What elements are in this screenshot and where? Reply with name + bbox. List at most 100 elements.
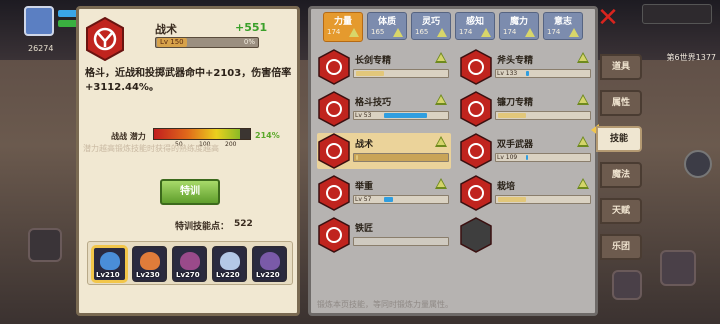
skill-cell[interactable]: 长剑专精 <box>317 49 451 85</box>
stat-tab-name: 感知 <box>465 17 484 27</box>
skill-cell[interactable]: 斧头专精 Lv 133 <box>459 49 593 85</box>
side-tab[interactable]: 天赋 <box>600 198 642 224</box>
skill-cell-bar <box>353 153 449 162</box>
side-tab[interactable]: 属性 <box>600 90 642 116</box>
skill-cell-fill <box>526 155 528 160</box>
skill-name: 战术 <box>155 23 177 36</box>
skill-cell-level: Lv 53 <box>355 112 372 119</box>
skill-cell-level: Lv 109 <box>497 154 518 161</box>
upgrade-arrow-icon <box>577 52 589 63</box>
dpad-left-icon[interactable] <box>28 228 62 262</box>
skill-cell-fill <box>356 155 358 160</box>
upgrade-arrow-icon <box>435 136 447 147</box>
sword-action-icon[interactable] <box>660 250 696 286</box>
upgrade-arrow-icon <box>481 28 491 37</box>
upgrade-arrow-icon <box>569 28 579 37</box>
hero-portrait[interactable]: Lv230 <box>132 246 167 282</box>
skill-cell-fill <box>498 113 526 118</box>
stat-tab-value: 174 <box>503 28 517 36</box>
hero-level: Lv230 <box>136 271 160 279</box>
stat-tab-name: 灵巧 <box>421 17 440 27</box>
skill-description: 格斗，近战和投掷武器命中+2103，伤害倍率+3112.44%。 <box>85 68 292 93</box>
hero-face <box>180 252 200 270</box>
side-tab[interactable]: 道具 <box>600 54 642 80</box>
hero-level: Lv220 <box>256 271 280 279</box>
potential-tick: 200 <box>225 141 237 148</box>
train-button[interactable]: 特训 <box>160 179 220 205</box>
stat-tab[interactable]: 力量 174 <box>323 12 363 42</box>
upgrade-arrow-icon <box>577 178 589 189</box>
stat-tab-value: 174 <box>547 28 561 36</box>
train-points-label: 特训技能点： <box>175 222 230 232</box>
stat-tab[interactable]: 感知 174 <box>455 12 495 40</box>
skill-cell[interactable]: 双手武器 Lv 109 <box>459 133 593 169</box>
skill-cell[interactable]: 栽培 <box>459 175 593 211</box>
hero-selector: Lv210 Lv230 Lv270 Lv220 Lv220 <box>87 241 293 285</box>
skill-cell[interactable]: 铁匠 <box>317 217 451 253</box>
mp-bar <box>58 10 78 17</box>
skill-cell[interactable]: 战术 <box>317 133 451 169</box>
skill-cell[interactable]: 格斗技巧 Lv 53 <box>317 91 451 127</box>
stat-tab-value: 165 <box>415 28 429 36</box>
stat-tab-name: 魔力 <box>509 17 528 27</box>
skill-cell-name: 栽培 <box>497 182 516 192</box>
skill-level-bar: Lv 150 0% <box>155 37 259 48</box>
close-icon[interactable]: ✕ <box>594 4 622 32</box>
potential-note: 潜力越高锻炼技能时获得的熟练度越高 <box>83 144 219 153</box>
side-tab[interactable]: 技能 <box>596 126 642 152</box>
axe-icon <box>460 49 492 85</box>
hero-portrait[interactable]: Lv220 <box>212 246 247 282</box>
side-tab[interactable]: 魔法 <box>600 162 642 188</box>
world-label: 第6世界1377 <box>666 53 716 62</box>
upgrade-arrow-icon <box>393 28 403 37</box>
skill-cell[interactable] <box>459 217 593 253</box>
skill-gain: +551 <box>235 21 268 34</box>
upgrade-arrow-icon <box>435 94 447 105</box>
stat-tab-value: 174 <box>459 28 473 36</box>
stat-tab[interactable]: 体质 165 <box>367 12 407 40</box>
empty-slot-icon <box>460 217 492 253</box>
skill-cell-name: 斧头专精 <box>497 56 534 66</box>
upgrade-arrow-icon <box>577 136 589 147</box>
two-handed-icon <box>460 133 492 169</box>
skill-cell[interactable]: 举重 Lv 57 <box>317 175 451 211</box>
dice-icon[interactable] <box>612 270 642 300</box>
stat-tab[interactable]: 灵巧 165 <box>411 12 451 40</box>
potential-pct: 214% <box>255 131 280 140</box>
swirl-icon[interactable] <box>684 150 712 178</box>
skill-cell-level: Lv 133 <box>497 70 518 77</box>
stat-tab-value: 174 <box>327 28 341 36</box>
sprout-icon <box>460 175 492 211</box>
skill-cell-fill <box>356 71 384 76</box>
skill-cell-bar <box>353 69 449 78</box>
hero-portrait[interactable]: Lv210 <box>92 246 127 282</box>
skill-cell[interactable]: 镰刀专精 <box>459 91 593 127</box>
hero-face <box>220 252 240 270</box>
skill-cell-bar: Lv 57 <box>353 195 449 204</box>
stat-tab[interactable]: 意志 174 <box>543 12 583 40</box>
stat-tab[interactable]: 魔力 174 <box>499 12 539 40</box>
skill-list-panel: 力量 174 体质 165 灵巧 165 感知 174 魔力 174 意志 174 长剑专精 斧头专精 L… <box>308 6 598 316</box>
skill-cell-bar: Lv 133 <box>495 69 591 78</box>
skill-level: Lv 150 <box>157 38 187 47</box>
skill-detail-panel: 战术 +551 Lv 150 0% 格斗，近战和投掷武器命中+2103，伤害倍率… <box>76 6 300 316</box>
upgrade-arrow-icon <box>435 52 447 63</box>
hero-face <box>260 252 280 270</box>
stat-tab-value: 165 <box>371 28 385 36</box>
skill-cell-name: 战术 <box>355 140 374 150</box>
skill-cell-bar: Lv 109 <box>495 153 591 162</box>
hero-portrait[interactable]: Lv270 <box>172 246 207 282</box>
skill-cell-name: 双手武器 <box>497 140 534 150</box>
potential-bar-empty <box>240 129 250 139</box>
player-avatar[interactable] <box>24 6 54 36</box>
train-points: 522 <box>234 219 253 229</box>
skill-cell-bar: Lv 53 <box>353 111 449 120</box>
side-tab[interactable]: 乐团 <box>600 234 642 260</box>
tactics-icon <box>318 133 350 169</box>
hero-portrait[interactable]: Lv220 <box>252 246 287 282</box>
sword-icon <box>318 49 350 85</box>
upgrade-arrow-icon <box>437 28 447 37</box>
tactics-icon <box>86 17 124 61</box>
potential-bar <box>153 128 251 140</box>
hero-face <box>140 252 160 270</box>
